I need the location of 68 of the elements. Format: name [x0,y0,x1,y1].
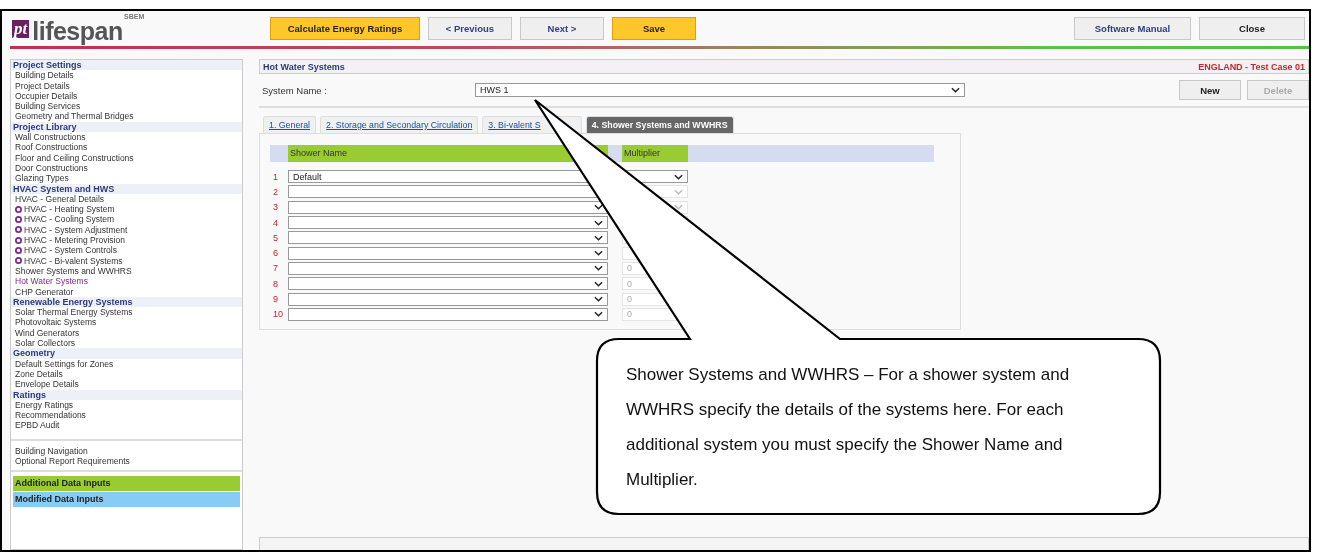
sidebar-item[interactable]: Building Services [15,101,81,112]
sidebar-heading: Ratings [11,389,242,400]
logo-mark: pt [12,19,30,38]
sidebar-item[interactable]: Wind Generators [15,327,80,338]
sidebar-item[interactable]: Door Constructions [15,162,88,174]
sidebar-item[interactable]: HVAC - General Details [15,193,105,205]
row-number: 10 [272,309,284,320]
field-label: System Name : [261,84,328,96]
sidebar-item[interactable]: Floor and Ceiling Constructions [15,152,134,163]
sidebar-item[interactable]: Shower Systems and WWHRS [15,265,132,277]
sidebar-heading: Project Settings [11,60,242,71]
sidebar-item[interactable]: HVAC - System Adjustment [24,224,128,236]
action-button[interactable]: New [1179,80,1241,100]
sidebar-item[interactable]: Wall Constructions [15,132,86,143]
sidebar-heading: Project Library [11,121,242,133]
toolbar-button[interactable]: Software Manual [1074,17,1191,40]
sidebar-item[interactable]: Envelope Details [15,379,79,390]
sidebar-item[interactable]: HVAC - Cooling System [24,214,115,225]
sidebar-item[interactable]: HVAC - Heating System [24,204,115,215]
row-number: 9 [272,294,279,304]
legend-item: Modified Data Inputs [13,492,240,508]
row-number: 1 [272,171,279,182]
row-number: 2 [272,186,279,197]
toolbar-button[interactable]: Close [1199,17,1305,40]
toolbar-button[interactable]: < Previous [428,17,512,40]
tab[interactable]: 4. Shower Systems and WWHRS [585,116,734,133]
tab[interactable]: 2. Storage and Secondary Circulation [320,116,479,133]
project-name: ENGLAND - Test Case 01 [1198,61,1305,72]
sidebar-heading: HVAC System and HWS [11,183,242,194]
row-number: 3 [272,202,279,213]
callout-text: Shower Systems and WWHRS – For a shower system and WWHRS specify the details of the systems here. For each additional system you must specify the Shower Name and Multiplier. [626,364,1071,491]
row-number: 8 [272,278,279,289]
sidebar-item[interactable]: Hot Water Systems [15,276,88,287]
tab[interactable]: 1. General [263,116,317,133]
sidebar-item[interactable]: Energy Ratings [15,399,74,411]
legend-item: Additional Data Inputs [13,476,240,492]
row-number: 5 [272,232,279,243]
column-header: Multiplier [622,145,688,162]
sidebar-item[interactable]: Occupier Details [15,90,78,102]
section-title: Hot Water Systems [263,61,345,72]
sidebar-heading: Geometry [11,348,242,359]
sidebar-item[interactable]: Building Details [15,70,74,81]
sidebar-item[interactable]: Photovoltaic Systems [15,317,97,328]
sidebar-item[interactable]: HVAC - Bi-valent Systems [24,255,123,266]
sidebar-item[interactable]: Solar Thermal Energy Systems [15,307,133,318]
sidebar-item[interactable]: HVAC - System Controls [24,245,117,256]
sidebar-item[interactable]: EPBD Audit [15,420,60,431]
logo-text: lifespan [32,17,123,44]
row-number: 6 [272,248,279,259]
system-name-dropdown[interactable]: HWS 1 [475,83,965,97]
sidebar-item[interactable]: Roof Constructions [15,142,88,153]
sidebar-heading: Renewable Energy Systems [11,296,242,308]
sidebar-item[interactable]: Zone Details [15,368,63,380]
toolbar-button[interactable]: Next > [520,17,604,40]
sidebar-item[interactable]: HVAC - Metering Provision [24,235,125,246]
sidebar-item[interactable]: Glazing Types [15,173,69,184]
sidebar-item[interactable]: Solar Collectors [15,338,75,349]
row-number: 7 [272,263,279,274]
sidebar-item[interactable]: Project Details [15,80,70,91]
toolbar-button[interactable]: Save [612,17,696,40]
sidebar-item[interactable]: Optional Report Requirements [15,456,130,467]
row-number: 4 [272,217,279,228]
sidebar-item[interactable]: Geometry and Thermal Bridges [15,111,134,122]
sidebar-item[interactable]: Recommendations [15,410,86,421]
sidebar-item[interactable]: Default Settings for Zones [15,358,114,369]
sidebar-item[interactable]: CHP Generator [15,286,74,297]
sidebar-item[interactable]: Building Navigation [15,445,88,456]
toolbar-button[interactable]: Calculate Energy Ratings [270,17,420,40]
